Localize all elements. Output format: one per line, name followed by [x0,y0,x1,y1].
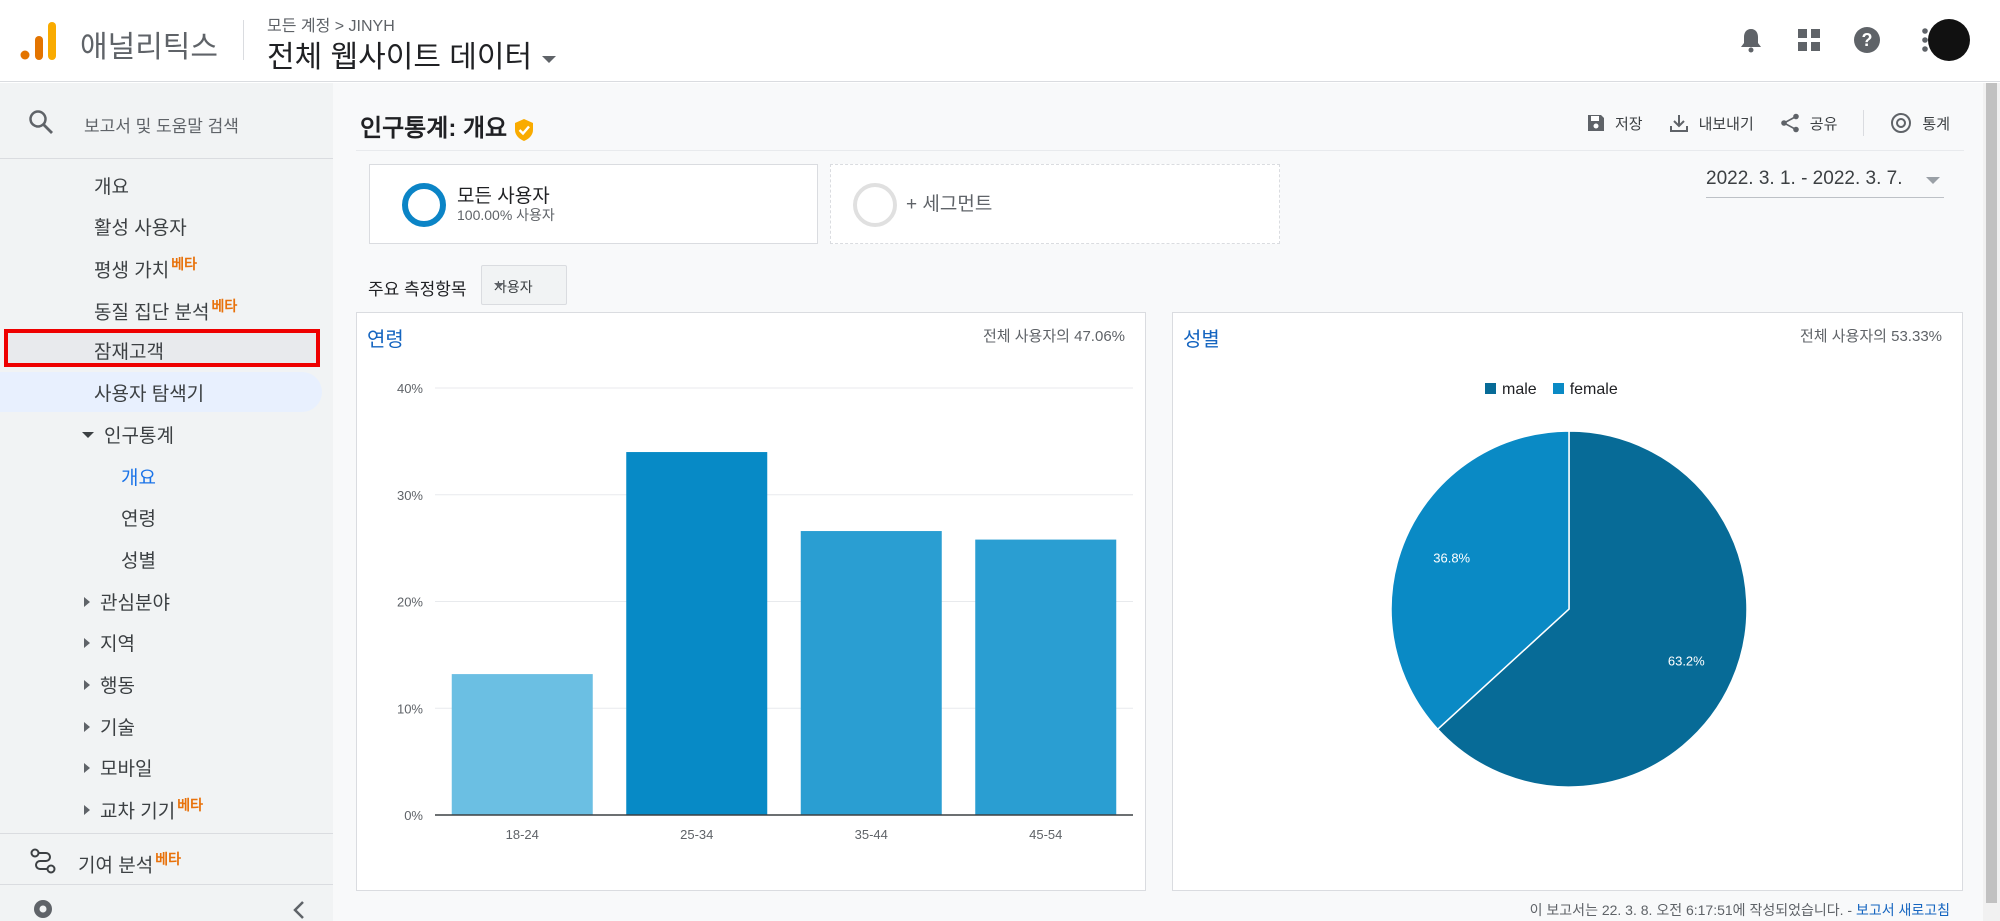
chevron-down-icon [494,283,504,288]
insights-button[interactable]: 통계 [1890,112,1950,134]
beta-badge: 베타 [211,298,238,314]
top-bar: 애널리틱스 모든 계정 > JINYH 전체 웹사이트 데이터 ? [0,0,2000,82]
save-icon [1587,115,1604,131]
sidebar-item-cross-device[interactable]: 교차 기기 베타 [84,795,203,823]
metric-label: 주요 측정항목 [368,280,467,299]
search-icon [29,110,53,134]
sidebar-search[interactable]: 보고서 및 도움말 검색 [0,83,333,159]
caret-right-icon [84,805,90,816]
segment-subtitle: 100.00% 사용자 [457,207,555,223]
x-tick-label: 18-24 [506,827,539,842]
scrollbar-thumb[interactable] [1986,83,1997,903]
help-icon[interactable]: ? [1852,25,1882,55]
y-tick-label: 30% [397,488,423,503]
sidebar-item-technology[interactable]: 기술 [84,713,135,740]
segment-all-users[interactable]: 모든 사용자 100.00% 사용자 [369,164,818,244]
analytics-logo-icon[interactable] [20,20,56,60]
caret-right-icon [84,762,90,773]
divider [243,20,244,60]
caret-right-icon [84,596,90,607]
caret-down-icon [82,431,94,438]
sidebar-item-behavior[interactable]: 행동 [84,671,135,698]
age-bar-chart: 0% 10% 20% 30% 40% 18-24 25-34 35-44 45-54 [397,381,1133,842]
sidebar-item-user-explorer[interactable]: 사용자 탐색기 [94,379,204,406]
add-segment-label: + 세그먼트 [906,194,993,215]
app-name: 애널리틱스 [80,31,218,64]
share-icon [1780,113,1799,133]
sidebar-item-interests[interactable]: 관심분야 [84,588,170,615]
search-input[interactable]: 보고서 및 도움말 검색 [84,112,239,137]
divider [1863,110,1865,136]
chevron-down-icon [1926,177,1940,184]
sidebar-item-active-users[interactable]: 활성 사용자 [94,213,187,240]
beta-badge: 베타 [171,256,197,272]
sidebar-item-age[interactable]: 연령 [121,504,156,531]
svg-text:?: ? [1862,30,1873,50]
sidebar-item-cohort-analysis[interactable]: 동질 집단 분석 베타 [94,296,237,324]
chevron-left-icon[interactable] [292,900,306,920]
refresh-report-link[interactable]: 보고서 새로고침 [1856,902,1950,918]
sidebar-item-overview[interactable]: 개요 [94,172,129,199]
share-button[interactable]: 공유 [1780,113,1837,134]
bar-35-44[interactable] [800,531,942,815]
x-tick-label: 25-34 [680,827,713,842]
y-tick-label: 40% [397,381,423,396]
segment-title: 모든 사용자 [457,186,550,207]
avatar[interactable] [1928,19,1970,61]
verified-badge-icon [515,118,534,141]
bell-icon[interactable] [1736,25,1766,55]
report-footer: 이 보고서는 22. 3. 8. 오전 6:17:51에 작성되었습니다. - … [1529,902,1950,918]
insights-icon [1891,113,1912,133]
page-title: 인구통계: 개요 [360,108,535,143]
gear-icon[interactable] [30,896,56,921]
y-tick-label: 0% [404,808,423,823]
caret-right-icon [84,679,90,690]
divider [356,150,1964,151]
bar-45-54[interactable] [975,539,1117,815]
add-segment-button[interactable]: + 세그먼트 [830,164,1280,244]
apps-grid-icon[interactable] [1794,25,1824,55]
bar-25-34[interactable] [626,452,768,815]
date-range-picker[interactable]: 2022. 3. 1. - 2022. 3. 7. [1706,168,1944,198]
pie-value-label: 63.2% [1668,654,1705,669]
sidebar-item-attribution[interactable]: 기여 분석 베타 [78,849,181,877]
date-range-text: 2022. 3. 1. - 2022. 3. 7. [1706,168,1903,189]
bar-18-24[interactable] [451,674,593,815]
sidebar-item-lifetime-value[interactable]: 평생 가치 베타 [94,254,197,282]
sidebar-item-gender[interactable]: 성별 [121,546,156,573]
x-tick-label: 45-54 [1029,827,1062,842]
y-tick-label: 20% [397,595,423,610]
scrollbar[interactable] [1983,83,2000,921]
segment-ring-icon [402,183,446,227]
sidebar-item-demographics-overview[interactable]: 개요 [121,463,156,490]
property-selector[interactable]: 전체 웹사이트 데이터 [267,32,557,76]
sidebar-item-audiences[interactable]: 잠재고객 [94,337,164,364]
report-actions: 저장 내보내기 공유 통계 [1587,110,1950,136]
chevron-down-icon [542,55,557,63]
segment-ring-icon [853,183,897,227]
attribution-icon [30,848,56,874]
gender-pie-chart: 63.2% 36.8% [1390,430,1748,788]
caret-right-icon [84,721,90,732]
export-button[interactable]: 내보내기 [1669,113,1754,134]
pie-value-label: 36.8% [1433,550,1470,565]
sidebar-divider [0,884,333,885]
metric-select[interactable]: 사용자 [481,265,567,305]
sidebar-divider [0,833,333,834]
x-tick-label: 35-44 [855,827,888,842]
caret-right-icon [84,637,90,648]
property-name: 전체 웹사이트 데이터 [267,41,533,74]
sidebar-item-mobile[interactable]: 모바일 [84,754,152,781]
sidebar-item-geo[interactable]: 지역 [84,629,135,656]
y-tick-label: 10% [397,701,423,716]
sidebar-item-demographics[interactable]: 인구통계 [82,421,174,448]
age-card: 연령 전체 사용자의 47.06% 0% 10% 20% 30% 40% 18-24 25-… [356,312,1146,891]
save-button[interactable]: 저장 [1587,113,1643,134]
gender-card: 성별 전체 사용자의 53.33% male female 63.2% 36.8% [1172,312,1963,891]
download-icon [1669,115,1688,132]
beta-badge: 베타 [155,851,181,867]
beta-badge: 베타 [177,797,203,813]
